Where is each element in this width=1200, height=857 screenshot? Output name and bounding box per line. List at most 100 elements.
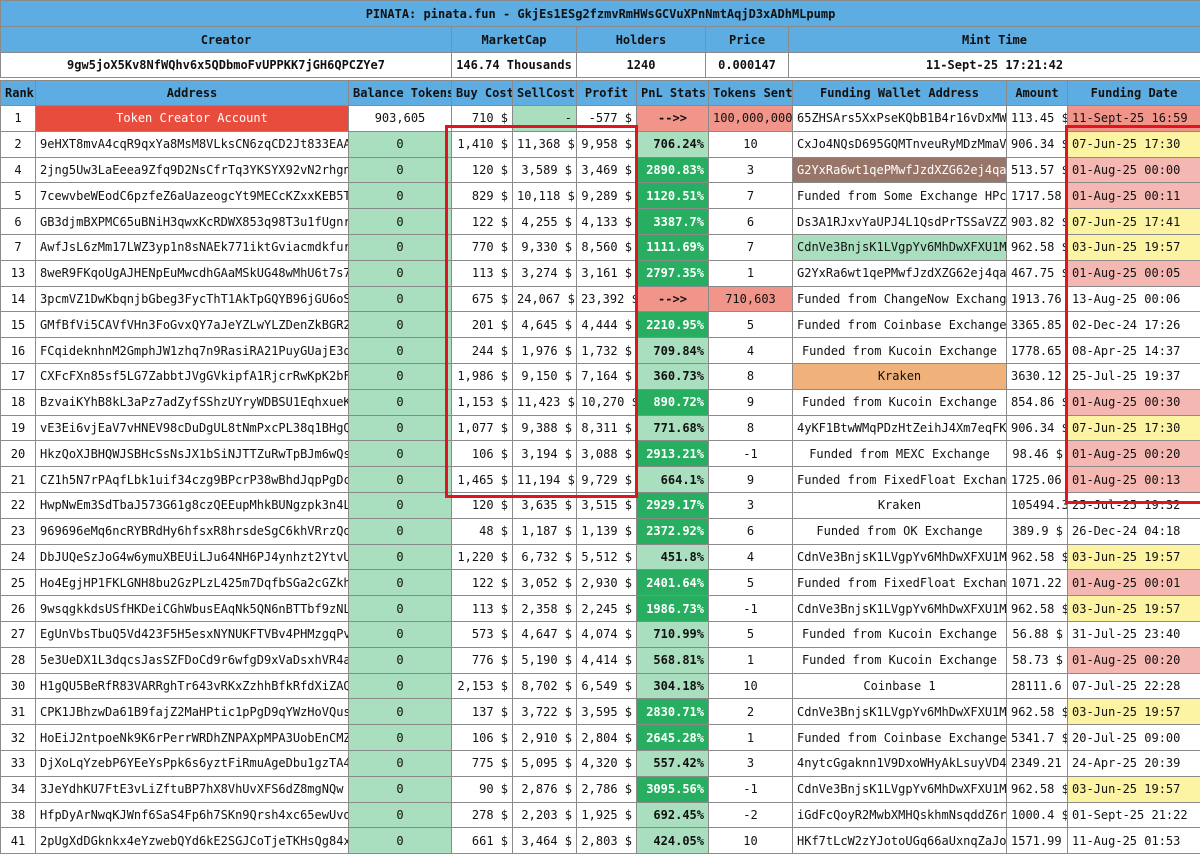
funding-wallet-cell[interactable]: Funded from OK Exchange <box>792 517 1007 545</box>
address-cell[interactable]: DbJUQeSzJoG4w6ymuXBEUiLJu64NH6PJ4ynhzt2Y… <box>35 543 349 571</box>
funding-wallet-cell[interactable]: Funded from FixedFloat Exchang <box>792 569 1007 597</box>
address-cell[interactable]: FCqideknhnM2GmphJW1zhq7n9RasiRA21PuyGUaj… <box>35 337 349 364</box>
sell-cost-cell: 5,190 $ <box>512 646 577 674</box>
funding-wallet-cell[interactable]: Funded from Kucoin Exchange <box>792 620 1007 648</box>
address-cell[interactable]: Ho4EgjHP1FKLGNH8bu2GzPLzL425m7DqfbSGa2cG… <box>35 569 349 597</box>
address-cell[interactable]: AwfJsL6zMm17LWZ3yp1n8sNAEk771iktGviacmdk… <box>35 233 349 261</box>
funding-wallet-cell[interactable]: Funded from Coinbase Exchange <box>792 311 1007 339</box>
funding-wallet-cell[interactable]: Coinbase 1 <box>792 672 1007 700</box>
funding-wallet-cell[interactable]: CdnVe3BnjsK1LVgpYv6MhDwXFXU1MS <box>792 233 1007 261</box>
sell-cost-cell: 9,150 $ <box>512 362 577 390</box>
address-cell[interactable]: 2pUgXdDGknkx4eYzwebQYd6kE2SGJCoTjeTKHsQg… <box>35 827 349 855</box>
tokens-sent-cell: 3 <box>708 491 793 519</box>
balance-cell: 0 <box>348 285 452 313</box>
address-cell[interactable]: 9wsqgkkdsUSfHKDeiCGhWbusEAqNk5QN6nBTTbf9… <box>35 595 349 622</box>
address-cell[interactable]: EgUnVbsTbuQ5Vd423F5H5esxNYNUKFTVBv4PHMzg… <box>35 620 349 648</box>
creator-address[interactable]: 9gw5joX5Kv8NfWQhv6x5QDbmoFvUPPKK7jGH6QPC… <box>0 52 452 78</box>
funding-wallet-cell[interactable]: CdnVe3BnjsK1LVgpYv6MhDwXFXU1MS <box>792 543 1007 571</box>
funding-wallet-cell[interactable]: Funded from MEXC Exchange <box>792 440 1007 468</box>
amount-cell: 28111.6 $ <box>1006 672 1068 700</box>
buy-cost-cell: 137 $ <box>451 698 513 726</box>
tokens-sent-cell: 1 <box>708 646 793 674</box>
funding-wallet-cell[interactable]: 4yKF1BtwWMqPDzHtZeihJ4Xm7eqFKy <box>792 414 1007 442</box>
funding-wallet-cell[interactable]: CdnVe3BnjsK1LVgpYv6MhDwXFXU1MS <box>792 698 1007 726</box>
sell-cost-cell: 11,423 $ <box>512 388 577 416</box>
address-cell[interactable]: HfpDyArNwqKJWnf6SaS4Fp6h7SKn9Qrsh4xc65ew… <box>35 801 349 829</box>
funding-wallet-cell[interactable]: CdnVe3BnjsK1LVgpYv6MhDwXFXU1MS <box>792 775 1007 803</box>
address-cell[interactable]: vE3Ei6vjEaV7vHNEV98cDuDgUL8tNmPxcPL38q1B… <box>35 414 349 442</box>
address-cell[interactable]: 2jng5Uw3LaEeea9Zfq9D2NsCfrTq3YKSYX92vN2r… <box>35 156 349 184</box>
funding-wallet-cell[interactable]: HKf7tLcW2zYJotoUGq66aUxnqZaJoB <box>792 827 1007 855</box>
column-header-address: Address <box>35 80 349 106</box>
funding-wallet-cell[interactable]: Funded from Kucoin Exchange <box>792 337 1007 364</box>
funding-wallet-cell[interactable]: G2YxRa6wt1qePMwfJzdXZG62ej4qaT <box>792 156 1007 184</box>
funding-wallet-cell[interactable]: Funded from Some Exchange HPcY <box>792 182 1007 210</box>
funding-date-cell: 20-Jul-25 09:00 <box>1067 724 1200 751</box>
funding-wallet-cell[interactable]: 65ZHSArs5XxPseKQbB1B4r16vDxMWn <box>792 105 1007 132</box>
funding-wallet-cell[interactable]: 4nytcGgaknn1V9DxoWHyAkLsuyVD43 <box>792 749 1007 777</box>
funding-date-cell: 02-Dec-24 17:26 <box>1067 311 1200 339</box>
address-cell[interactable]: 9eHXT8mvA4cqR9qxYa8MsM8VLksCN6zqCD2Jt833… <box>35 130 349 158</box>
address-cell[interactable]: CPK1JBhzwDa61B9fajZ2MaHPtic1pPgD9qYWzHoV… <box>35 698 349 726</box>
buy-cost-cell: 675 $ <box>451 285 513 313</box>
rank-cell: 15 <box>0 311 36 339</box>
address-cell[interactable]: 3JeYdhKU7FtE3vLiZftuBP7hX8VhUvXFS6dZ8mgN… <box>35 775 349 803</box>
balance-cell: 0 <box>348 517 452 545</box>
pnl-cell: 1111.69% <box>636 233 709 261</box>
address-cell[interactable]: BzvaiKYhB8kL3aPz7adZyfSShzUYryWDBSU1Eqhx… <box>35 388 349 416</box>
pnl-cell: 706.24% <box>636 130 709 158</box>
funding-wallet-cell[interactable]: G2YxRa6wt1qePMwfJzdXZG62ej4qaT <box>792 259 1007 287</box>
address-cell[interactable]: 3pcmVZ1DwKbqnjbGbeg3FycThT1AkTpGQYB96jGU… <box>35 285 349 313</box>
rank-cell: 41 <box>0 827 36 855</box>
address-cell[interactable]: 969696eMq6ncRYBRdHy6hfsxR8hrsdeSgC6khVRr… <box>35 517 349 545</box>
sell-cost-cell: 2,203 $ <box>512 801 577 829</box>
amount-cell: 1571.99 $ <box>1006 827 1068 855</box>
address-cell[interactable]: HwpNwEm3SdTbaJ573G61g8czQEEupMhkBUNgzpk3… <box>35 491 349 519</box>
funding-wallet-cell[interactable]: CdnVe3BnjsK1LVgpYv6MhDwXFXU1MS <box>792 595 1007 622</box>
funding-date-cell: 01-Sept-25 21:22 <box>1067 801 1200 829</box>
pnl-cell: 664.1% <box>636 466 709 493</box>
table-row: 38 HfpDyArNwqKJWnf6SaS4Fp6h7SKn9Qrsh4xc65… <box>0 801 1200 829</box>
tokens-sent-cell: 10 <box>708 130 793 158</box>
buy-cost-cell: 661 $ <box>451 827 513 855</box>
funding-wallet-cell[interactable]: Funded from Kucoin Exchange <box>792 646 1007 674</box>
address-cell[interactable]: CZ1h5N7rPAqfLbk1uif34czg9BPcrP38wBhdJqpP… <box>35 466 349 493</box>
funding-wallet-cell[interactable]: Kraken <box>792 362 1007 390</box>
funding-wallet-cell[interactable]: CxJo4NQsD695GQMTnveuRyMDzMmaVA <box>792 130 1007 158</box>
buy-cost-cell: 122 $ <box>451 569 513 597</box>
pnl-cell: 360.73% <box>636 362 709 390</box>
amount-cell: 56.88 $ <box>1006 620 1068 648</box>
balance-cell: 0 <box>348 698 452 726</box>
funding-wallet-cell[interactable]: Funded from FixedFloat Exchang <box>792 466 1007 493</box>
funding-wallet-cell[interactable]: Funded from Kucoin Exchange <box>792 388 1007 416</box>
profit-cell: 8,311 $ <box>576 414 637 442</box>
address-cell[interactable]: CXFcFXn85sf5LG7ZabbtJVgGVkipfA1RjcrRwKpK… <box>35 362 349 390</box>
address-cell[interactable]: GB3djmBXPMC65uBNiH3qwxKcRDWX853q98T3u1fU… <box>35 208 349 235</box>
address-cell[interactable]: HoEiJ2ntpoeNk9K6rPerrWRDhZNPAXpMPA3UobEn… <box>35 724 349 751</box>
sell-cost-cell: 8,702 $ <box>512 672 577 700</box>
buy-cost-cell: 573 $ <box>451 620 513 648</box>
funding-date-cell: 03-Jun-25 19:57 <box>1067 543 1200 571</box>
buy-cost-cell: 106 $ <box>451 724 513 751</box>
address-cell[interactable]: H1gQU5BeRfR83VARRghTr643vRKxZzhhBfkRfdXi… <box>35 672 349 700</box>
address-cell[interactable]: DjXoLqYzebP6YEeYsPpk6s6yztFiRmuAgeDbu1gz… <box>35 749 349 777</box>
address-cell[interactable]: 5e3UeDX1L3dqcsJasSZFDoCd9r6wfgD9xVaDsxhV… <box>35 646 349 674</box>
table-row: 2 9eHXT8mvA4cqR9qxYa8MsM8VLksCN6zqCD2Jt83… <box>0 130 1200 158</box>
funding-wallet-cell[interactable]: iGdFcQoyR2MwbXMHQskhmNsqddZ6ri <box>792 801 1007 829</box>
funding-wallet-cell[interactable]: Kraken <box>792 491 1007 519</box>
funding-wallet-cell[interactable]: Ds3A1RJxvYaUPJ4L1QsdPrTSSaVZZA <box>792 208 1007 235</box>
address-cell[interactable]: HkzQoXJBHQWJSBHcSsNsJX1bSiNJTTZuRwTpBJm6… <box>35 440 349 468</box>
address-cell[interactable]: GMfBfVi5CAVfVHn3FoGvxQY7aJeYZLwYLZDenZkB… <box>35 311 349 339</box>
funding-date-cell: 03-Jun-25 19:57 <box>1067 595 1200 622</box>
amount-cell: 1000.4 $ <box>1006 801 1068 829</box>
sell-cost-cell: 10,118 $ <box>512 182 577 210</box>
tokens-sent-cell: -2 <box>708 801 793 829</box>
funding-wallet-cell[interactable]: Funded from Coinbase Exchange <box>792 724 1007 751</box>
address-cell[interactable]: Token Creator Account <box>35 105 349 132</box>
balance-cell: 0 <box>348 749 452 777</box>
funding-wallet-cell[interactable]: Funded from ChangeNow Exchange <box>792 285 1007 313</box>
address-cell[interactable]: 7cewvbeWEodC6pzfeZ6aUazeogcYt9MECcKZxxKE… <box>35 182 349 210</box>
address-cell[interactable]: 8weR9FKqoUgAJHENpEuMwcdhGAaMSkUG48wMhU6t… <box>35 259 349 287</box>
pnl-cell: 3387.7% <box>636 208 709 235</box>
balance-cell: 0 <box>348 620 452 648</box>
